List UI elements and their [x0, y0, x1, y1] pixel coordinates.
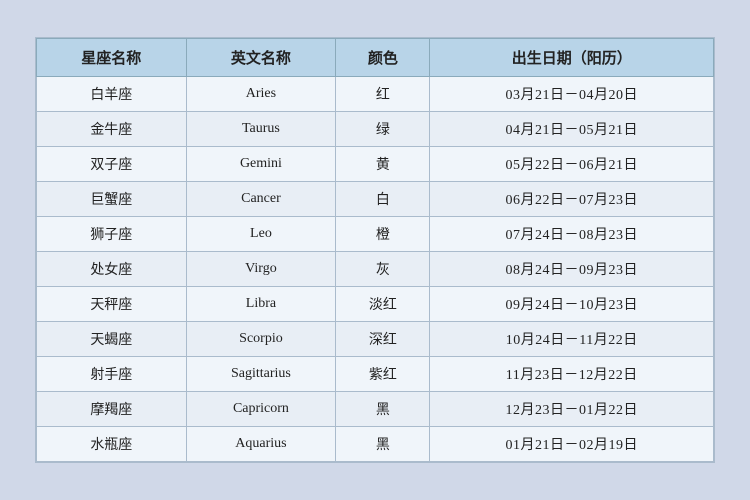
cell-english-name: Gemini — [186, 147, 336, 182]
cell-chinese-name: 金牛座 — [37, 112, 187, 147]
cell-dates: 09月24日－10月23日 — [430, 287, 714, 322]
zodiac-table: 星座名称 英文名称 颜色 出生日期（阳历） 白羊座Aries红03月21日－04… — [36, 38, 714, 462]
table-row: 射手座Sagittarius紫红11月23日－12月22日 — [37, 357, 714, 392]
cell-dates: 01月21日－02月19日 — [430, 427, 714, 462]
table-row: 天蝎座Scorpio深红10月24日－11月22日 — [37, 322, 714, 357]
cell-color: 灰 — [336, 252, 430, 287]
cell-color: 黑 — [336, 392, 430, 427]
cell-chinese-name: 巨蟹座 — [37, 182, 187, 217]
cell-dates: 12月23日－01月22日 — [430, 392, 714, 427]
table-header-row: 星座名称 英文名称 颜色 出生日期（阳历） — [37, 39, 714, 77]
table-row: 金牛座Taurus绿04月21日－05月21日 — [37, 112, 714, 147]
cell-color: 绿 — [336, 112, 430, 147]
table-row: 摩羯座Capricorn黑12月23日－01月22日 — [37, 392, 714, 427]
cell-english-name: Sagittarius — [186, 357, 336, 392]
cell-chinese-name: 射手座 — [37, 357, 187, 392]
table-row: 巨蟹座Cancer白06月22日－07月23日 — [37, 182, 714, 217]
cell-chinese-name: 处女座 — [37, 252, 187, 287]
cell-color: 橙 — [336, 217, 430, 252]
cell-color: 黑 — [336, 427, 430, 462]
cell-english-name: Libra — [186, 287, 336, 322]
cell-color: 白 — [336, 182, 430, 217]
cell-dates: 10月24日－11月22日 — [430, 322, 714, 357]
table-row: 处女座Virgo灰08月24日－09月23日 — [37, 252, 714, 287]
table-row: 水瓶座Aquarius黑01月21日－02月19日 — [37, 427, 714, 462]
cell-chinese-name: 天秤座 — [37, 287, 187, 322]
header-chinese-name: 星座名称 — [37, 39, 187, 77]
cell-chinese-name: 白羊座 — [37, 77, 187, 112]
cell-english-name: Cancer — [186, 182, 336, 217]
table-row: 天秤座Libra淡红09月24日－10月23日 — [37, 287, 714, 322]
cell-english-name: Aquarius — [186, 427, 336, 462]
cell-color: 黄 — [336, 147, 430, 182]
cell-english-name: Aries — [186, 77, 336, 112]
table-row: 狮子座Leo橙07月24日－08月23日 — [37, 217, 714, 252]
table-row: 白羊座Aries红03月21日－04月20日 — [37, 77, 714, 112]
cell-english-name: Virgo — [186, 252, 336, 287]
header-color: 颜色 — [336, 39, 430, 77]
cell-dates: 06月22日－07月23日 — [430, 182, 714, 217]
cell-dates: 05月22日－06月21日 — [430, 147, 714, 182]
cell-dates: 07月24日－08月23日 — [430, 217, 714, 252]
cell-chinese-name: 双子座 — [37, 147, 187, 182]
cell-color: 淡红 — [336, 287, 430, 322]
cell-english-name: Leo — [186, 217, 336, 252]
cell-dates: 03月21日－04月20日 — [430, 77, 714, 112]
cell-chinese-name: 水瓶座 — [37, 427, 187, 462]
cell-color: 红 — [336, 77, 430, 112]
cell-dates: 11月23日－12月22日 — [430, 357, 714, 392]
header-dates: 出生日期（阳历） — [430, 39, 714, 77]
cell-dates: 08月24日－09月23日 — [430, 252, 714, 287]
cell-english-name: Taurus — [186, 112, 336, 147]
cell-dates: 04月21日－05月21日 — [430, 112, 714, 147]
cell-color: 紫红 — [336, 357, 430, 392]
zodiac-table-container: 星座名称 英文名称 颜色 出生日期（阳历） 白羊座Aries红03月21日－04… — [35, 37, 715, 463]
table-row: 双子座Gemini黄05月22日－06月21日 — [37, 147, 714, 182]
cell-color: 深红 — [336, 322, 430, 357]
header-english-name: 英文名称 — [186, 39, 336, 77]
cell-chinese-name: 摩羯座 — [37, 392, 187, 427]
cell-chinese-name: 狮子座 — [37, 217, 187, 252]
cell-english-name: Scorpio — [186, 322, 336, 357]
cell-english-name: Capricorn — [186, 392, 336, 427]
cell-chinese-name: 天蝎座 — [37, 322, 187, 357]
